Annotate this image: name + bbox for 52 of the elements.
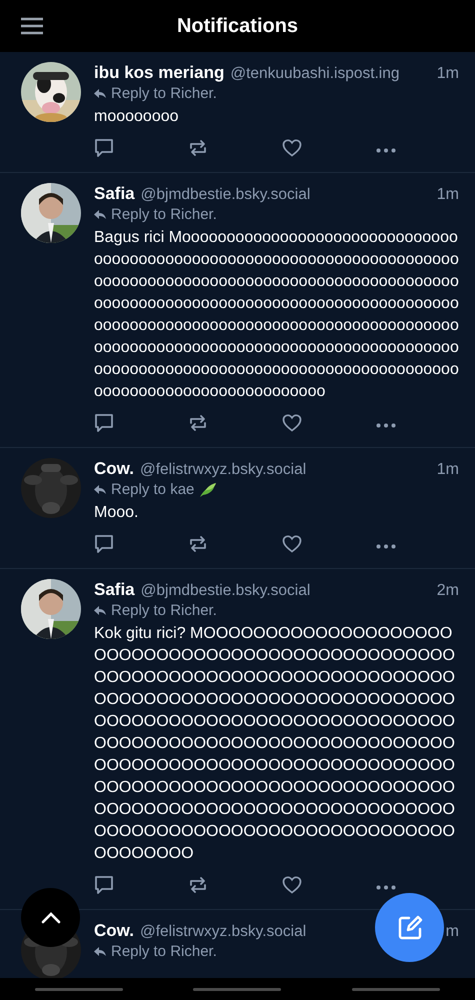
post-time: 2m [436, 581, 459, 601]
post-time: 1m [436, 64, 459, 84]
author-name[interactable]: Safia [94, 579, 135, 600]
leaf-icon [199, 482, 218, 498]
post-text: moooooooo [94, 107, 180, 127]
author-name[interactable]: Safia [94, 183, 135, 204]
author-handle: @bjmdbestie.bsky.social [140, 185, 310, 205]
repost-icon[interactable] [188, 534, 208, 554]
reply-label[interactable]: Reply to kae [111, 480, 194, 500]
reply-label[interactable]: Reply to Richer. [111, 205, 217, 225]
author-handle: @felistrwxyz.bsky.social [140, 460, 306, 480]
heart-icon[interactable] [282, 534, 302, 552]
repost-icon[interactable] [188, 874, 208, 894]
comment-icon[interactable] [94, 534, 114, 554]
author-handle: @tenkuubashi.ispost.ing [230, 64, 400, 84]
nav-handle[interactable] [352, 988, 440, 990]
reply-icon [94, 89, 106, 99]
post-text: Kok gitu rici? MOOOOOOOOOOOOOOOOOOOOOOOOOOOOOOOOOOOOOOOOOOOOOOOOOOOOOOOOOOOOOOOOOOOOOOOOOOOOOOOOOOOOOOOOOOOOOOOOOOOOOOOOOOOOOOOOOOOOOOOOOOOOOOOOOOOOOOOOOOOOOOOOOOOOOOOOOOOOOOOOOOOOOOOOOOOOOOOOOOOOOOOOOOOOOOOOOOOOOOOOOOOOOOOOOOOOOOOOOOOOOOOOOOOOOOOOOOOOOOOOOOOOOOOOOOOOOOOOOOOOOOOOOOOOOOOOOOOOOOOOOOOOOOOOO [94, 624, 456, 864]
repost-icon[interactable] [188, 412, 208, 432]
post-time: m [446, 922, 459, 942]
reply-icon [94, 210, 106, 220]
reply-label[interactable]: Reply to Richer. [111, 84, 217, 104]
comment-icon[interactable] [94, 412, 114, 432]
author-handle: @bjmdbestie.bsky.social [140, 581, 310, 601]
post-text: Mooo. [94, 503, 140, 523]
author-name[interactable]: ibu kos meriang [94, 62, 224, 83]
reply-icon [94, 947, 106, 957]
post-time: 1m [436, 460, 459, 480]
repost-icon[interactable] [188, 138, 208, 158]
author-handle: @felistrwxyz.bsky.social [140, 922, 306, 942]
reply-icon [94, 485, 106, 495]
post-text: Bagus rici Mooooooooooooooooooooooooooooooooooooooooooooooooooooooooooooooooooooooooooooooooooooooooooooooooooooooooooooooooooooooooooooooooooooooooooooooooooooooooooooooooooooooooooooooooooooooooooooooooooooooooooooooooooooooooooooooooooooooooooooooooooooooooooooooooooooooooooooooooooooooooooooooooooooooooooooooo [94, 228, 459, 402]
more-icon[interactable] [376, 422, 396, 428]
comment-icon[interactable] [94, 138, 114, 158]
reply-label[interactable]: Reply to Richer. [111, 942, 217, 962]
more-icon[interactable] [376, 544, 396, 548]
more-icon[interactable] [376, 148, 396, 152]
chevron-up-icon [40, 912, 60, 924]
reply-label[interactable]: Reply to Richer. [111, 601, 217, 621]
post-time: 1m [436, 185, 459, 205]
author-name[interactable]: Cow. [94, 920, 134, 941]
heart-icon[interactable] [282, 414, 302, 432]
heart-icon[interactable] [282, 138, 302, 156]
more-icon[interactable] [376, 884, 396, 890]
page-title: Notifications [176, 14, 298, 38]
menu-icon[interactable] [20, 16, 44, 36]
nav-handle[interactable] [193, 988, 282, 990]
author-name[interactable]: Cow. [94, 458, 134, 479]
comment-icon[interactable] [94, 874, 114, 894]
heart-icon[interactable] [282, 876, 302, 894]
nav-handle[interactable] [35, 988, 124, 990]
reply-icon [94, 606, 106, 616]
